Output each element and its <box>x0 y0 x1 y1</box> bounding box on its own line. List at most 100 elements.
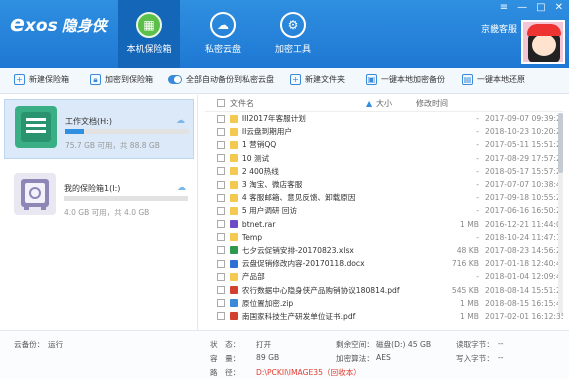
local-restore-button[interactable]: ▤ 一键本地还原 <box>462 74 525 85</box>
file-row[interactable]: 产品部 -2018-01-04 12:09:44 <box>205 270 563 283</box>
row-checkbox[interactable] <box>217 299 225 308</box>
read-bytes-label: 读取字节： <box>456 340 494 349</box>
row-checkbox[interactable] <box>217 167 225 176</box>
file-name: btnet.rar <box>241 219 276 229</box>
menu-icon[interactable]: ≡ <box>500 2 508 13</box>
scrollbar[interactable] <box>558 113 563 313</box>
encrypt-to-safe-button[interactable]: 🔒︎ 加密到保险箱 <box>90 74 153 85</box>
select-all-checkbox[interactable] <box>217 99 225 107</box>
file-size: 1 MB <box>459 298 479 308</box>
avatar[interactable] <box>521 20 565 64</box>
file-row[interactable]: 原位置加密.zip 1 MB 2018-08-15 16:15:48 <box>205 297 563 310</box>
file-row[interactable]: III2017年客服计划 -2017-09-07 09:39:27 <box>205 112 563 125</box>
row-checkbox[interactable] <box>217 114 225 123</box>
file-name: Temp <box>241 232 263 242</box>
tab-private-cloud[interactable]: ☁ 私密云盘 <box>192 0 254 68</box>
logo-e: e <box>10 12 25 37</box>
file-row[interactable]: 农行数据中心隐身侠产品购销协议180814.pdf 545 KB 2018-08-1… <box>205 283 563 296</box>
maximize-icon[interactable]: □ <box>536 2 545 13</box>
row-checkbox[interactable] <box>217 259 225 268</box>
close-icon[interactable]: ✕ <box>555 2 563 13</box>
minimize-icon[interactable]: — <box>517 2 527 13</box>
folder-icon <box>229 154 238 163</box>
file-row[interactable]: 南国家科技生产研发单位证书.pdf 1 MB 2017-02-01 16:12:35 <box>205 310 563 323</box>
row-checkbox[interactable] <box>217 286 225 295</box>
file-size: - <box>476 114 479 124</box>
file-name: II云盘到期用户 <box>241 127 292 137</box>
file-time: 2017-02-01 16:12:35 <box>485 311 563 321</box>
row-checkbox[interactable] <box>217 127 225 136</box>
row-checkbox[interactable] <box>217 193 225 202</box>
file-size: - <box>476 272 479 282</box>
file-name: 2 400热线 <box>241 166 279 176</box>
auto-backup-toggle[interactable]: 全部自动备份到私密云盘 <box>168 74 274 85</box>
gear-icon: ⚙ <box>280 12 306 38</box>
scrollbar-thumb[interactable] <box>558 113 563 173</box>
local-backup-button[interactable]: ▣ 一键本地加密备份 <box>366 74 445 85</box>
file-time: 2018-08-15 16:15:48 <box>485 298 563 308</box>
file-row[interactable]: 5 用户调研 回访 -2017-06-16 16:50:20 <box>205 204 563 217</box>
folder-icon <box>229 233 238 242</box>
file-name: 4 客服邮箱、意见反馈、卸载原因 <box>241 193 356 203</box>
folder-icon <box>229 127 238 136</box>
file-row[interactable]: 3 淘宝、微店客服 -2017-07-07 10:38:46 <box>205 178 563 191</box>
file-list-header: 文件名 ▲ 大小 修改时间 <box>205 95 563 112</box>
file-row[interactable]: Temp -2018-10-24 11:47:19 <box>205 231 563 244</box>
file-row[interactable]: btnet.rar 1 MB 2016-12-21 11:44:03 <box>205 218 563 231</box>
file-row[interactable]: 1 营销QQ -2017-05-11 15:51:24 <box>205 138 563 151</box>
file-time: 2016-12-21 11:44:03 <box>485 219 563 229</box>
folder-icon <box>229 140 238 149</box>
file-size: 48 KB <box>456 245 479 255</box>
file-size: 716 KB <box>451 259 479 269</box>
safe-item-my-safe-1[interactable]: 我的保险箱1(I:) ☁ 4.0 GB 可用，共 4.0 GB <box>4 167 194 227</box>
new-folder-button[interactable]: + 新建文件夹 <box>290 74 345 85</box>
file-size: - <box>476 232 479 242</box>
file-row[interactable]: 10 测试 -2017-08-29 17:57:20 <box>205 152 563 165</box>
path-value[interactable]: D:\PCKIl\IMAGE35（回收本） <box>256 367 361 378</box>
row-checkbox[interactable] <box>217 312 225 321</box>
column-size[interactable]: 大小 <box>376 98 416 109</box>
file-time: 2017-06-16 16:50:20 <box>485 206 563 216</box>
row-checkbox[interactable] <box>217 246 225 255</box>
sort-arrow-icon[interactable]: ▲ <box>366 99 376 108</box>
file-size: - <box>476 153 479 163</box>
capacity-value: 89 GB <box>256 353 280 362</box>
folder-icon <box>229 167 238 176</box>
capacity-bar-fill <box>65 129 84 134</box>
file-size: 1 MB <box>459 311 479 321</box>
safe-item-work-docs[interactable]: 工作文档(H:) ☁ 75.7 GB 可用，共 88.8 GB <box>4 99 194 159</box>
tab-encrypt-tools[interactable]: ⚙ 加密工具 <box>262 0 324 68</box>
file-name: 七夕云促销安排-20170823.xlsx <box>241 245 354 255</box>
algorithm-value: AES <box>376 353 391 362</box>
file-row[interactable]: 2 400热线 -2018-05-17 15:57:24 <box>205 165 563 178</box>
write-bytes-value: -- <box>498 353 504 362</box>
tab-label: 私密云盘 <box>204 45 241 55</box>
row-checkbox[interactable] <box>217 272 225 281</box>
file-name: 南国家科技生产研发单位证书.pdf <box>241 311 356 321</box>
username[interactable]: 京畿客服 <box>481 22 517 35</box>
write-bytes-label: 写入字节： <box>456 354 494 363</box>
row-checkbox[interactable] <box>217 233 225 242</box>
row-checkbox[interactable] <box>217 154 225 163</box>
file-time: 2017-05-11 15:51:24 <box>485 140 563 150</box>
file-list: 文件名 ▲ 大小 修改时间 III2017年客服计划 -2017-09-07 09… <box>205 95 563 330</box>
file-row[interactable]: 4 客服邮箱、意见反馈、卸载原因 -2017-09-18 10:55:29 <box>205 191 563 204</box>
column-time[interactable]: 修改时间 <box>416 98 498 109</box>
button-label: 新建文件夹 <box>305 75 345 84</box>
file-row[interactable]: 云盘促销修改内容-20170118.docx 716 KB 2017-01-18 1… <box>205 257 563 270</box>
file-row[interactable]: 七夕云促销安排-20170823.xlsx 48 KB 2017-08-23 14:… <box>205 244 563 257</box>
row-checkbox[interactable] <box>217 220 225 229</box>
folder-icon <box>229 193 238 202</box>
folder-icon <box>229 180 238 189</box>
row-checkbox[interactable] <box>217 206 225 215</box>
tab-local-safe[interactable]: ▦ 本机保险箱 <box>118 0 180 68</box>
status-bar: 云备份： 运行 状 态： 打开 容 量： 89 GB 路 径： D:\PCKIl… <box>0 330 569 379</box>
file-size: - <box>476 180 479 190</box>
column-name[interactable]: 文件名 <box>230 98 366 109</box>
file-name: 1 营销QQ <box>241 140 277 150</box>
new-safe-button[interactable]: + 新建保险箱 <box>14 74 69 85</box>
file-row[interactable]: II云盘到期用户 -2018-10-23 10:20:25 <box>205 125 563 138</box>
file-time: 2017-08-29 17:57:20 <box>485 153 563 163</box>
row-checkbox[interactable] <box>217 180 225 189</box>
row-checkbox[interactable] <box>217 140 225 149</box>
